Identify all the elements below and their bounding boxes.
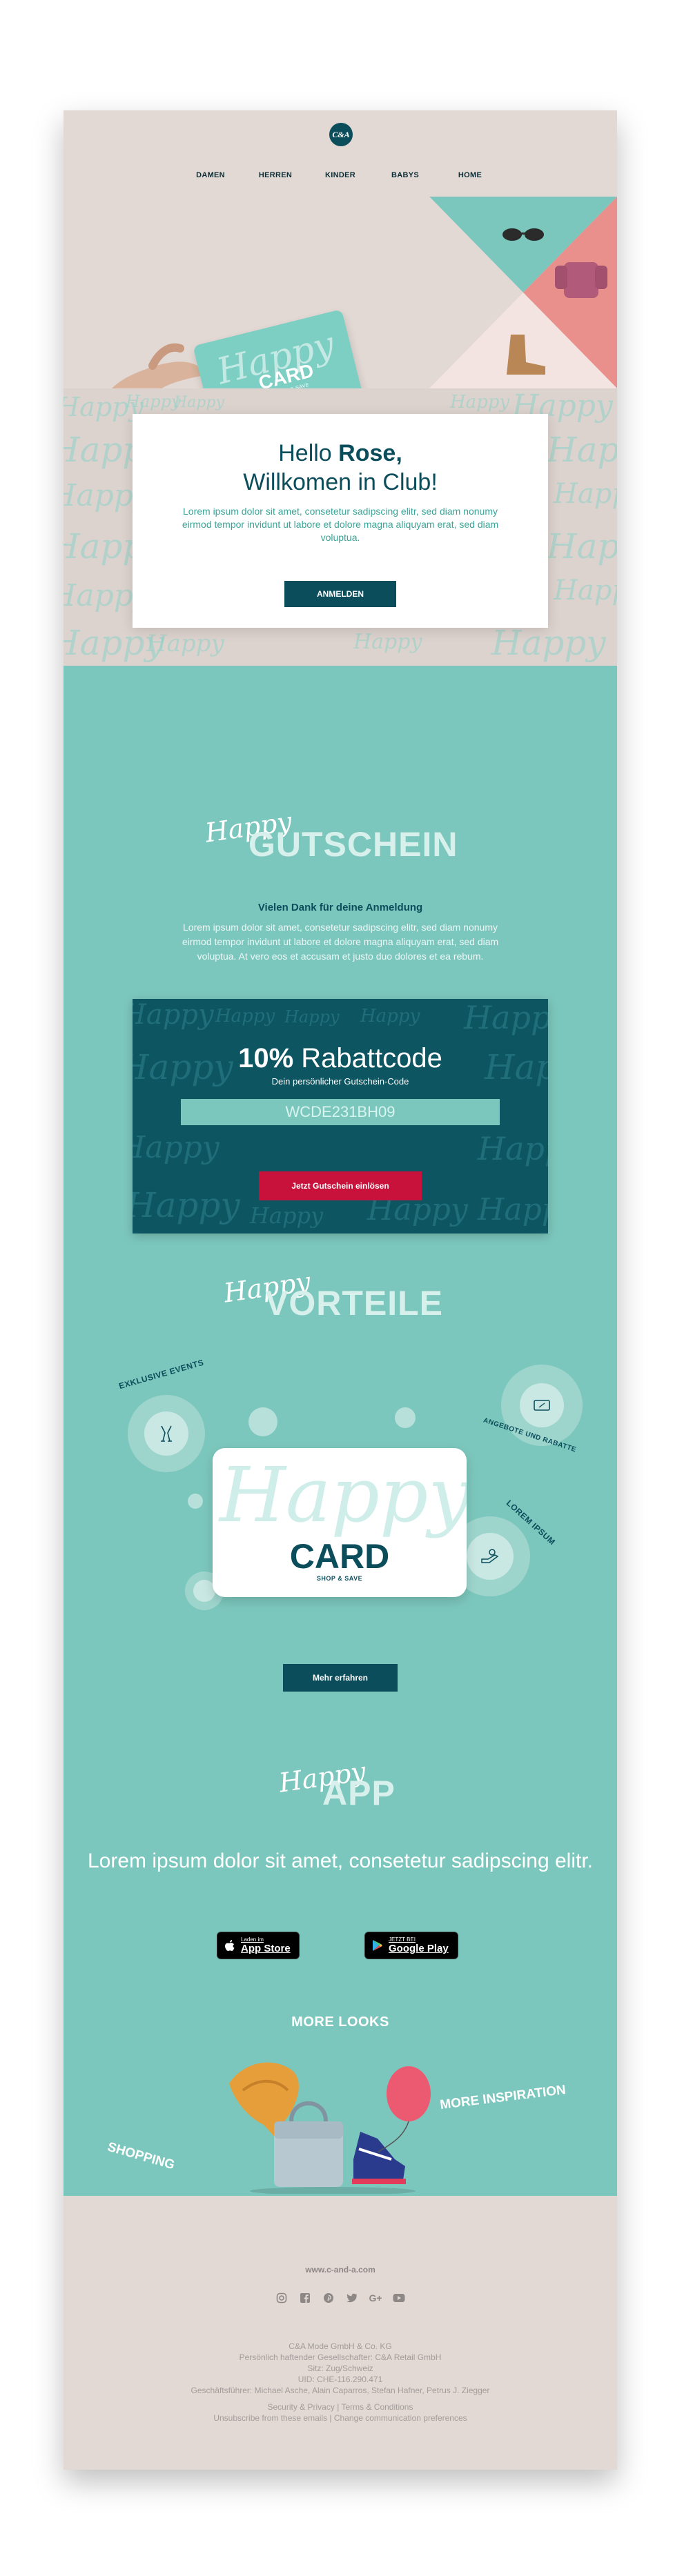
- happy-card-large[interactable]: Happy CARD SHOP & SAVE: [213, 1448, 467, 1597]
- happycard-script: Happy: [219, 1451, 467, 1539]
- appstore-large: App Store: [241, 1943, 291, 1954]
- vorteile-title: VORTEILE: [265, 1284, 444, 1322]
- preferences-link[interactable]: Change communication preferences: [334, 2413, 467, 2423]
- privacy-link[interactable]: Security & Privacy: [268, 2402, 335, 2412]
- balloon-icon: [377, 2066, 431, 2153]
- vorteile-heading: Happy VORTEILE: [64, 1266, 617, 1338]
- app-text: Lorem ipsum dolor sit amet, consetetur s…: [88, 1850, 593, 1872]
- pinterest-icon[interactable]: [322, 2291, 335, 2305]
- legal-line: Geschäftsführer: Michael Asche, Alain Ca…: [191, 2386, 490, 2395]
- google-play-icon: [373, 1940, 382, 1951]
- nav-herren[interactable]: HERREN: [243, 171, 308, 179]
- app-heading: Happy APP: [64, 1756, 617, 1828]
- legal-line: Sitz: Zug/Schweiz: [307, 2364, 373, 2373]
- coupon-box: Happy Happy Happy Happy Happy Happy Happ…: [133, 999, 548, 1233]
- gutschein-title: GUTSCHEIN: [248, 825, 458, 864]
- product-collage[interactable]: [429, 197, 617, 388]
- discount-card-icon: [534, 1400, 550, 1411]
- appstore-small: Laden im: [241, 1936, 264, 1943]
- happycard-tagline: SHOP & SAVE: [316, 1575, 363, 1582]
- coupon-subtitle: Dein persönlicher Gutschein-Code: [271, 1076, 409, 1087]
- happycard-title: CARD: [289, 1537, 390, 1576]
- mehr-erfahren-button[interactable]: Mehr erfahren: [283, 1664, 398, 1692]
- gutschein-heading: Happy GUTSCHEIN: [64, 806, 617, 880]
- google-large: Google Play: [389, 1943, 449, 1954]
- gutschein-subtitle: Vielen Dank für deine Anmeldung: [257, 902, 423, 913]
- anmelden-button[interactable]: ANMELDEN: [284, 581, 396, 607]
- legal-line: C&A Mode GmbH & Co. KG: [289, 2341, 392, 2351]
- coupon-percent: 10%: [238, 1043, 294, 1073]
- decor-dot: [188, 1494, 203, 1509]
- more-looks-title: MORE LOOKS: [291, 2014, 389, 2030]
- footer-legal: C&A Mode GmbH & Co. KG Persönlich haften…: [64, 2341, 617, 2396]
- youtube-icon[interactable]: [392, 2291, 406, 2305]
- footer-links: Security & Privacy | Terms & Conditions …: [213, 2402, 467, 2423]
- welcome-body: Lorem ipsum dolor sit amet, consetetur s…: [182, 506, 499, 543]
- champagne-icon: [161, 1425, 172, 1442]
- nav-babys[interactable]: BABYS: [373, 171, 438, 179]
- nav-home[interactable]: HOME: [438, 171, 502, 179]
- legal-line: UID: CHE-116.290.471: [297, 2375, 383, 2384]
- events-ring[interactable]: [128, 1395, 205, 1472]
- social-links: G+: [64, 2291, 617, 2305]
- terms-link[interactable]: Terms & Conditions: [341, 2402, 413, 2412]
- google-small: JETZT BEI: [389, 1936, 416, 1943]
- welcome-line2: Willkomen in Club!: [243, 469, 438, 495]
- welcome-hello: Hello: [278, 440, 332, 466]
- legal-line: Persönlich haftender Gesellschafter: C&A…: [239, 2352, 442, 2362]
- welcome-heading: Hello Rose, Willkomen in Club!: [133, 439, 548, 497]
- coupon-label: Rabattcode: [301, 1043, 442, 1073]
- footer-website-link[interactable]: www.c-and-a.com: [64, 2265, 617, 2275]
- app-store-button[interactable]: Laden im App Store: [217, 1932, 300, 1959]
- looks-collage[interactable]: [222, 2056, 443, 2194]
- nav-kinder[interactable]: KINDER: [308, 171, 373, 179]
- main-nav: DAMEN HERREN KINDER BABYS HOME: [64, 171, 617, 179]
- facebook-icon[interactable]: [298, 2291, 312, 2305]
- apple-icon: [225, 1940, 235, 1951]
- coupon-code[interactable]: WCDE231BH09: [181, 1099, 500, 1125]
- unsubscribe-link[interactable]: Unsubscribe from these emails: [213, 2413, 327, 2423]
- email-container: C&A DAMEN HERREN KINDER BABYS HOME Happy…: [64, 110, 617, 2470]
- twitter-icon[interactable]: [345, 2291, 359, 2305]
- decor-dot: [395, 1407, 416, 1428]
- redeem-coupon-button[interactable]: Jetzt Gutschein einlösen: [259, 1171, 422, 1200]
- app-title: APP: [322, 1774, 396, 1812]
- nav-damen[interactable]: DAMEN: [178, 171, 243, 179]
- coupon-title: 10% Rabattcode: [133, 1043, 548, 1074]
- welcome-box: Hello Rose, Willkomen in Club! Lorem ips…: [133, 414, 548, 628]
- gutschein-body: Lorem ipsum dolor sit amet, consetetur s…: [182, 922, 499, 962]
- welcome-name: Rose,: [338, 440, 402, 466]
- instagram-icon[interactable]: [275, 2291, 289, 2305]
- google-plus-icon[interactable]: G+: [369, 2291, 382, 2305]
- sneaker-icon: [352, 2132, 406, 2184]
- ca-logo[interactable]: C&A: [329, 123, 353, 146]
- hand-coin-icon: [481, 1549, 499, 1563]
- footer: www.c-and-a.com G+ C&A Mode GmbH & Co. K…: [64, 2196, 617, 2470]
- decor-dot: [248, 1407, 277, 1436]
- google-play-button[interactable]: JETZT BEI Google Play: [364, 1932, 458, 1959]
